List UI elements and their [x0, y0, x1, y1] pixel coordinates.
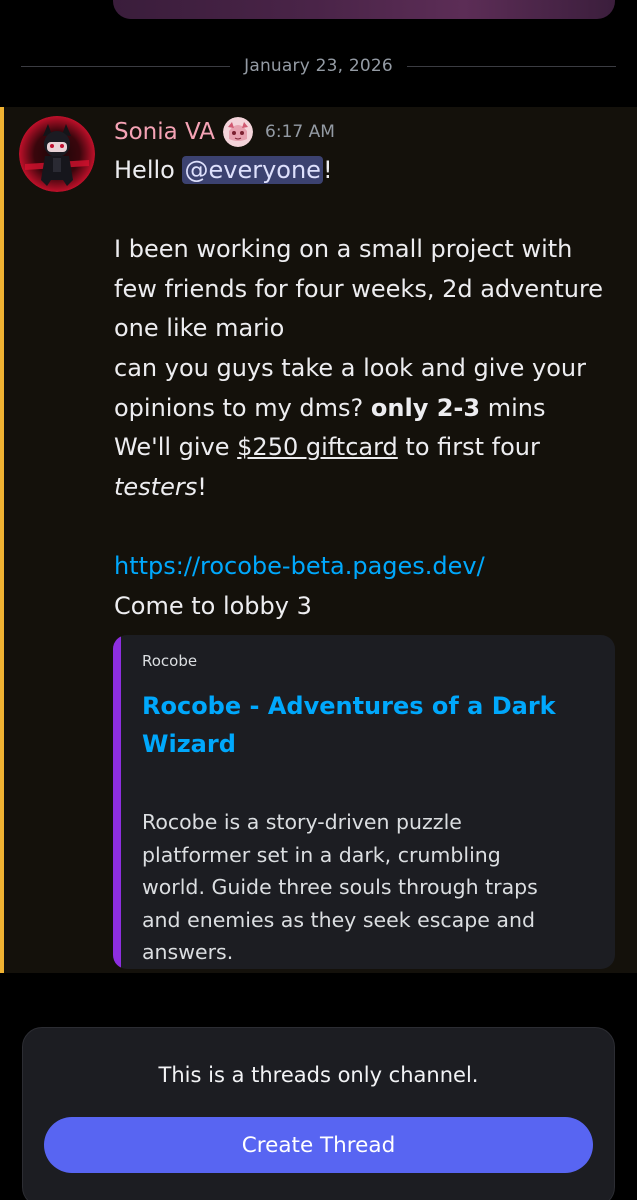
body-line: can you guys take a look and give your [114, 353, 586, 382]
divider-date: January 23, 2026 [244, 56, 393, 76]
threads-only-notice: This is a threads only channel. [158, 1063, 479, 1087]
greeting-text: Hello [114, 156, 183, 184]
closing-line: Come to lobby 3 [114, 591, 312, 620]
embed-description-line: and enemies as they seek escape and [142, 907, 535, 932]
avatar[interactable] [19, 116, 95, 192]
embed-description: Rocobe is a story-driven puzzle platform… [142, 806, 602, 969]
give-suffix: to first four [397, 433, 540, 462]
embed-accent-bar [113, 635, 121, 969]
create-thread-button[interactable]: Create Thread [44, 1117, 593, 1173]
embed-title[interactable]: Rocobe - Adventures of a Dark Wizard [142, 687, 592, 763]
testers-suffix: ! [197, 472, 207, 501]
opinions-line: opinions to my dms? only 2-3 mins [114, 389, 619, 429]
greeting-line: Hello @everyone! [114, 151, 619, 191]
embed-provider: Rocobe [142, 652, 198, 670]
embed-title-line[interactable]: Rocobe - Adventures of a Dark [142, 687, 592, 725]
chat-page: January 23, 2026 Sonia VA 6:17 AM Hello … [0, 0, 637, 1200]
role-badge-icon[interactable] [223, 117, 254, 147]
previous-embed-image[interactable] [113, 0, 615, 19]
giftcard-line: We'll give $250 giftcard to first four [114, 428, 619, 468]
embed-description-line: Rocobe is a story-driven puzzle [142, 810, 462, 834]
username[interactable]: Sonia VA [114, 119, 215, 145]
link-embed[interactable]: Rocobe Rocobe - Adventures of a Dark Wiz… [113, 635, 615, 969]
everyone-mention[interactable]: @everyone [182, 156, 323, 184]
body-line: I been working on a small project with [114, 235, 573, 264]
message-link[interactable]: https://rocobe-beta.pages.dev/ [114, 552, 485, 580]
giftcard-underlined: $250 giftcard [237, 433, 398, 462]
greeting-suffix: ! [322, 156, 333, 184]
embed-title-line[interactable]: Wizard [142, 725, 592, 763]
date-divider: January 23, 2026 [21, 50, 617, 82]
testers-italic: testers [114, 472, 198, 501]
embed-description-line: platformer set in a dark, crumbling [142, 842, 501, 867]
message-timestamp: 6:17 AM [265, 122, 335, 142]
link-line: https://rocobe-beta.pages.dev/ [114, 547, 619, 587]
divider-line-left [21, 65, 231, 67]
mention-highlight-bar [0, 107, 4, 973]
threads-only-panel: This is a threads only channel. Create T… [22, 1027, 615, 1200]
body-line: few friends for four weeks, 2d adventure [114, 274, 604, 303]
give-text: We'll give [114, 433, 238, 462]
message-item[interactable]: Sonia VA 6:17 AM Hello @everyone! I been… [0, 107, 637, 973]
bold-duration: only 2-3 [370, 393, 481, 422]
body-line: one like mario [114, 314, 285, 343]
message-content: Hello @everyone! I been working on a sma… [114, 151, 619, 626]
embed-description-line: world. Guide three souls through traps [142, 875, 538, 899]
divider-line-right [406, 65, 617, 67]
embed-description-line: answers. [142, 940, 234, 964]
testers-line: testers! [114, 468, 619, 508]
opinions-text: opinions to my dms? [114, 393, 371, 422]
opinions-suffix: mins [480, 393, 546, 422]
message-header: Sonia VA 6:17 AM [114, 115, 335, 149]
